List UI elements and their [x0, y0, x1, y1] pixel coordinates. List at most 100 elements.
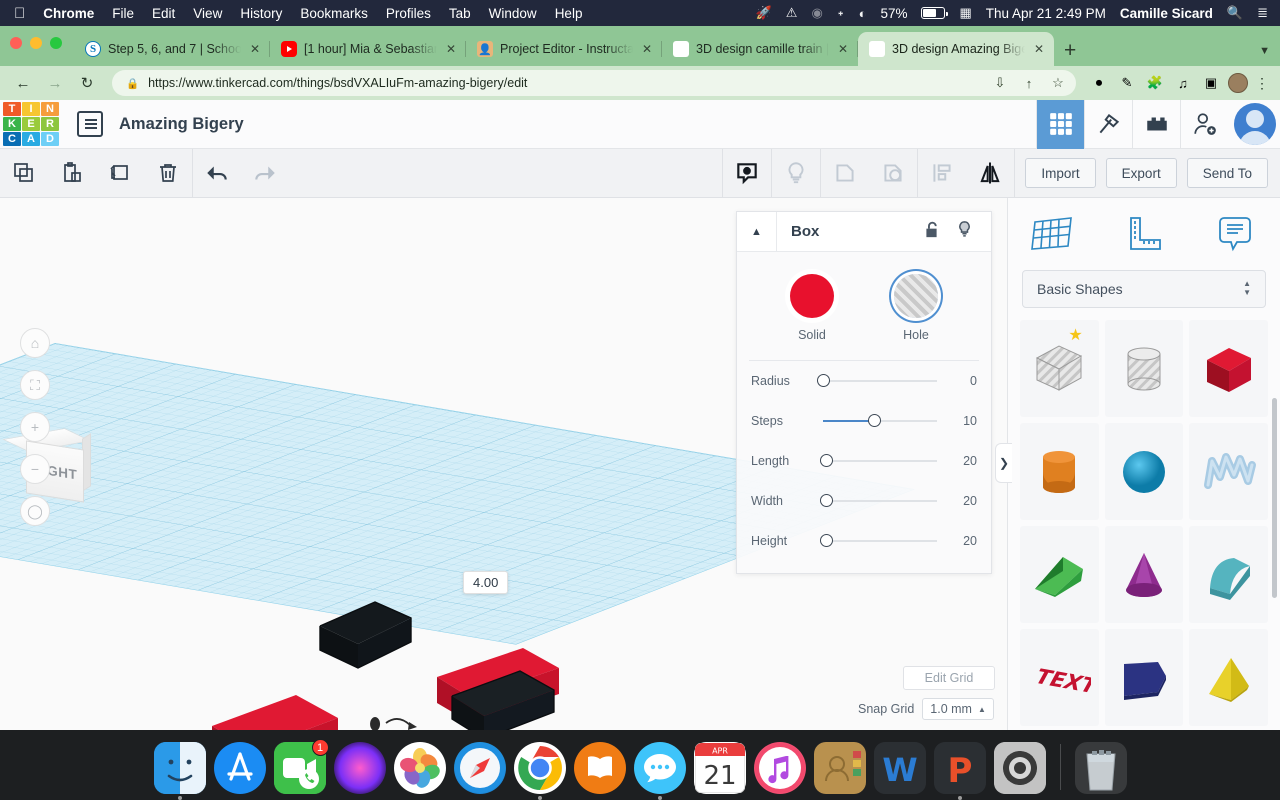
shape-item-box-hole[interactable]: ★	[1020, 320, 1099, 417]
invite-person-icon[interactable]	[1180, 99, 1228, 149]
export-button[interactable]: Export	[1105, 158, 1177, 188]
snap-grid-select[interactable]: 1.0 mm ▲	[922, 698, 994, 720]
dock-item-siri[interactable]	[333, 742, 386, 794]
grid-view-icon[interactable]	[1036, 99, 1084, 149]
tinkercad-logo[interactable]: T I N K E R C A D	[3, 102, 61, 146]
side-panel-icon[interactable]: ▣	[1200, 72, 1222, 94]
ungroup-icon[interactable]	[869, 149, 917, 197]
menu-item-chrome[interactable]: Chrome	[43, 6, 94, 21]
tab-close-icon[interactable]: ✕	[248, 42, 262, 56]
import-button[interactable]: Import	[1025, 158, 1096, 188]
page-title[interactable]: Amazing Bigery	[119, 115, 244, 134]
undo-icon[interactable]	[193, 149, 241, 197]
dock-item-system-preferences[interactable]	[993, 742, 1046, 794]
shape-item-text-red[interactable]: TEXT	[1020, 629, 1099, 726]
dock-item-safari[interactable]	[453, 742, 506, 794]
property-value[interactable]: 20	[943, 494, 977, 508]
control-center-icon[interactable]: ≣	[1257, 5, 1268, 21]
dock-item-trash[interactable]	[1074, 742, 1127, 794]
workplane-icon[interactable]	[1008, 198, 1099, 270]
dock-item-contacts[interactable]	[813, 742, 866, 794]
notification-icon[interactable]: ⚠	[786, 5, 798, 21]
loom-record-icon[interactable]: ⏺	[1088, 72, 1110, 94]
shape-item-cone-purple[interactable]	[1104, 526, 1184, 623]
solid-color-swatch[interactable]	[790, 274, 834, 318]
dock-item-app-store[interactable]	[213, 742, 266, 794]
tab-close-icon[interactable]: ✕	[444, 42, 458, 56]
tab-tinkercad-camille-train[interactable]: 3D design camille train | Ti ✕	[662, 32, 858, 66]
menu-item-file[interactable]: File	[112, 6, 134, 21]
zoom-out-icon[interactable]: −	[20, 454, 50, 484]
unlock-icon[interactable]	[923, 220, 940, 244]
property-value[interactable]: 0	[943, 374, 977, 388]
codeblocks-icon[interactable]	[1084, 99, 1132, 149]
profile-avatar[interactable]	[1228, 73, 1248, 93]
time-machine-icon[interactable]: ◉	[811, 5, 822, 21]
menu-item-history[interactable]: History	[240, 6, 282, 21]
width-slider[interactable]	[820, 494, 937, 508]
fit-to-view-icon[interactable]: ⛶	[20, 370, 50, 400]
mirror-icon[interactable]	[966, 149, 1014, 197]
shape-item-sphere-blue[interactable]	[1104, 423, 1184, 520]
menu-item-window[interactable]: Window	[489, 6, 537, 21]
rocket-icon[interactable]: 🚀	[756, 5, 772, 21]
close-window-button[interactable]	[10, 37, 22, 49]
battery-icon[interactable]	[921, 7, 948, 19]
account-avatar[interactable]	[1234, 103, 1276, 145]
hole-swatch[interactable]	[894, 274, 938, 318]
kebab-menu-icon[interactable]: ⋮	[1254, 75, 1270, 90]
new-tab-button[interactable]: +	[1064, 40, 1076, 61]
align-icon[interactable]	[918, 149, 966, 197]
paste-icon[interactable]	[48, 149, 96, 197]
menu-item-edit[interactable]: Edit	[152, 6, 175, 21]
copy-icon[interactable]	[0, 149, 48, 197]
reload-button[interactable]: ↻	[74, 70, 100, 96]
back-button[interactable]: ←	[10, 70, 36, 96]
property-value[interactable]: 10	[943, 414, 977, 428]
property-value[interactable]: 20	[943, 454, 977, 468]
wifi-icon[interactable]: ◐	[859, 6, 867, 21]
menu-bar-clock[interactable]: Thu Apr 21 2:49 PM	[986, 6, 1106, 21]
tab-instructables[interactable]: 👤 Project Editor - Instructable ✕	[466, 32, 662, 66]
tab-close-icon[interactable]: ✕	[836, 42, 850, 56]
note-icon[interactable]	[1189, 198, 1280, 270]
menu-item-help[interactable]: Help	[555, 6, 583, 21]
shapes-scrollbar[interactable]	[1272, 398, 1277, 598]
reading-list-icon[interactable]: ♫	[1172, 72, 1194, 94]
menu-item-view[interactable]: View	[193, 6, 222, 21]
favorite-star-icon[interactable]: ★	[1068, 325, 1082, 345]
pencil-extension-icon[interactable]: ✎	[1116, 72, 1138, 94]
minimize-window-button[interactable]	[30, 37, 42, 49]
perspective-toggle-icon[interactable]: ◯	[20, 496, 50, 526]
send-to-button[interactable]: Send To	[1186, 158, 1268, 188]
shape-item-scribble[interactable]	[1189, 423, 1268, 520]
tab-schoology[interactable]: S Step 5, 6, and 7 | Schoology ✕	[74, 32, 270, 66]
ruler-icon[interactable]	[1099, 198, 1190, 270]
zoom-in-icon[interactable]: +	[20, 412, 50, 442]
menu-bar-user[interactable]: Camille Sicard	[1120, 6, 1213, 21]
shape-item-cylinder-orange[interactable]	[1020, 423, 1099, 520]
install-icon[interactable]: ⇩	[990, 75, 1010, 91]
menu-item-bookmarks[interactable]: Bookmarks	[300, 6, 368, 21]
dock-item-messages[interactable]	[633, 742, 686, 800]
dock-item-chrome[interactable]	[513, 742, 566, 800]
radius-slider[interactable]	[817, 374, 937, 388]
dock-item-photos[interactable]	[393, 742, 446, 794]
redo-icon[interactable]	[241, 149, 289, 197]
address-bar[interactable]: 🔒 https://www.tinkercad.com/things/bsdVX…	[112, 70, 1076, 96]
duplicate-icon[interactable]	[96, 149, 144, 197]
hole-option[interactable]: Hole	[894, 274, 938, 342]
forward-button[interactable]: →	[42, 70, 68, 96]
menu-item-tab[interactable]: Tab	[449, 6, 471, 21]
shape-category-select[interactable]: Basic Shapes ▲ ▼	[1022, 270, 1266, 308]
delete-icon[interactable]	[144, 149, 192, 197]
bluetooth-icon[interactable]: ᛭	[837, 6, 845, 21]
group-icon[interactable]	[821, 149, 869, 197]
menu-item-profiles[interactable]: Profiles	[386, 6, 431, 21]
maximize-window-button[interactable]	[50, 37, 62, 49]
blocks-icon[interactable]	[1132, 99, 1180, 149]
collapse-triangle-icon[interactable]: ▲	[737, 212, 777, 251]
tab-close-icon[interactable]: ✕	[640, 42, 654, 56]
share-icon[interactable]: ↑	[1019, 76, 1039, 91]
steps-slider[interactable]	[823, 414, 937, 428]
